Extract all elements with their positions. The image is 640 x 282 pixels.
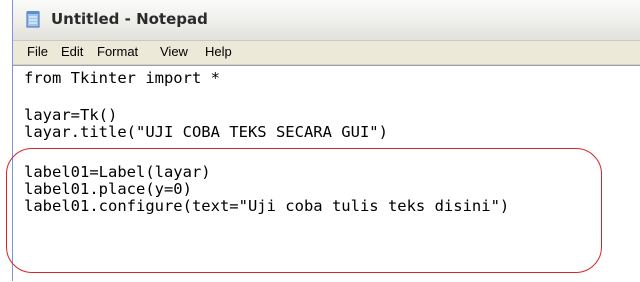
menu-view[interactable]: View [160,44,188,59]
code-line: layar=Tk() [24,106,118,124]
menu-bar: File Edit Format View Help [13,41,640,65]
notepad-icon [26,11,40,28]
menu-format[interactable]: Format [97,44,138,59]
code-line: layar.title("UJI COBA TEKS SECARA GUI") [24,123,388,141]
menu-edit[interactable]: Edit [61,44,83,59]
menu-help[interactable]: Help [205,44,232,59]
code-line: from Tkinter import * [24,69,220,87]
window-title: Untitled - Notepad [51,10,208,28]
menu-file[interactable]: File [27,44,48,59]
title-bar[interactable]: Untitled - Notepad [13,0,640,41]
highlight-annotation [6,148,602,273]
